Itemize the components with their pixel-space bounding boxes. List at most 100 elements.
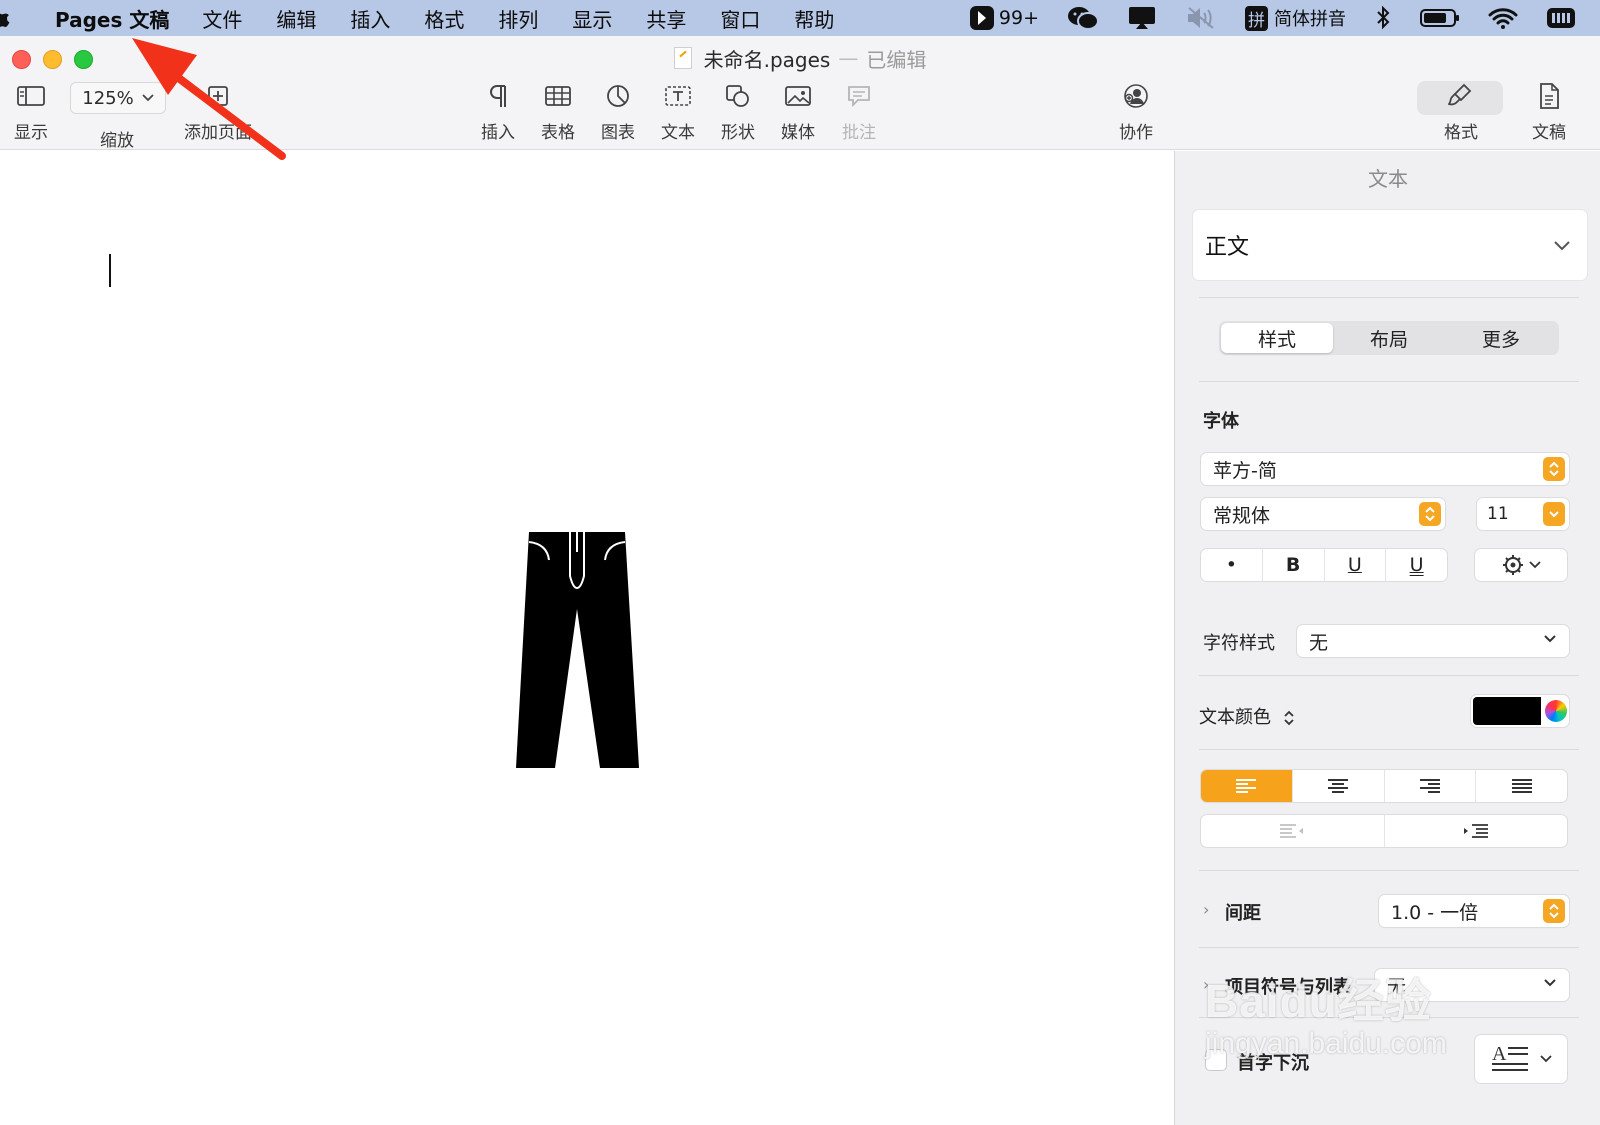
menu-file[interactable]: 文件 (185, 4, 259, 33)
bluetooth-status[interactable] (1360, 5, 1406, 31)
align-justify-button[interactable] (1476, 770, 1567, 802)
table-icon (544, 80, 572, 112)
align-right-button[interactable] (1385, 770, 1477, 802)
tab-more[interactable]: 更多 (1445, 323, 1557, 353)
input-method-status[interactable]: 拼 简体拼音 (1231, 5, 1360, 31)
stepper-icon (1419, 502, 1441, 526)
comment-button[interactable]: 批注 (842, 80, 876, 143)
align-left-icon (1236, 779, 1257, 793)
stepper-icon (1543, 899, 1565, 923)
paragraph-style-value: 正文 (1205, 235, 1250, 260)
text-label: 文本 (661, 123, 695, 143)
paragraph-style-popup[interactable]: 正文 (1193, 210, 1587, 280)
speaker-muted-icon (1188, 7, 1214, 29)
divider (1199, 870, 1579, 871)
menu-share[interactable]: 共享 (629, 4, 703, 33)
dropcap-checkbox[interactable] (1205, 1049, 1227, 1071)
collaborate-button[interactable]: 协作 (1119, 80, 1153, 143)
spacing-value: 1.0 - 一倍 (1391, 901, 1479, 924)
divider (1199, 749, 1579, 750)
screen-mirroring-icon (1129, 7, 1155, 29)
view-button[interactable]: 显示 (14, 80, 48, 143)
menu-window[interactable]: 窗口 (703, 4, 777, 33)
bullets-popup[interactable]: 无 (1375, 969, 1569, 1001)
menu-arrange[interactable]: 排列 (481, 4, 555, 33)
font-size-value: 11 (1487, 504, 1509, 524)
document-canvas[interactable] (0, 151, 1174, 1125)
chart-button[interactable]: 图表 (601, 80, 635, 143)
dropcap-label: 首字下沉 (1237, 1053, 1309, 1074)
menu-app-name[interactable]: Pages 文稿 (38, 4, 185, 33)
table-label: 表格 (541, 123, 575, 143)
gear-icon (1503, 555, 1523, 575)
font-size-field[interactable]: 11 (1477, 498, 1569, 530)
zoom-label-wrap: 缩放 (100, 120, 134, 151)
sound-status[interactable] (1171, 5, 1231, 31)
insert-button[interactable]: 插入 (481, 80, 515, 143)
wifi-status[interactable] (1474, 6, 1532, 30)
add-page-label: 添加页面 (184, 123, 252, 143)
bullets-disclosure-icon[interactable]: › (1203, 975, 1209, 994)
media-label: 媒体 (781, 123, 815, 143)
zoom-value: 125% (82, 87, 134, 109)
spacing-disclosure-icon[interactable]: › (1203, 900, 1209, 919)
table-button[interactable]: 表格 (541, 80, 575, 143)
menu-bar: Pages 文稿 文件 编辑 插入 格式 排列 显示 共享 窗口 帮助 99+ … (0, 0, 1600, 36)
toolbar: 未命名.pages — 已编辑 显示 125% 缩放 添加页面 插入 表格 图表… (0, 36, 1600, 151)
font-weight-value: 常规体 (1213, 504, 1271, 527)
notification-status[interactable]: 99+ (955, 5, 1053, 31)
menu-help[interactable]: 帮助 (777, 4, 851, 33)
wechat-status[interactable] (1053, 5, 1113, 31)
shape-label: 形状 (721, 123, 755, 143)
menu-insert[interactable]: 插入 (333, 4, 407, 33)
double-underline-button[interactable]: U (1386, 549, 1447, 581)
comment-label: 批注 (842, 123, 876, 143)
add-page-button[interactable]: 添加页面 (184, 80, 252, 143)
document-button[interactable]: 文稿 (1532, 80, 1566, 143)
align-center-icon (1328, 779, 1349, 793)
zoom-popup[interactable]: 125% (70, 82, 166, 114)
collaborate-label: 协作 (1119, 123, 1153, 143)
display-status[interactable] (1113, 5, 1171, 31)
pages-window: 未命名.pages — 已编辑 显示 125% 缩放 添加页面 插入 表格 图表… (0, 36, 1600, 1125)
align-center-button[interactable] (1293, 770, 1385, 802)
menu-format[interactable]: 格式 (407, 4, 481, 33)
chevron-down-icon (1554, 240, 1570, 250)
shape-button[interactable]: 形状 (721, 80, 755, 143)
char-style-label: 字符样式 (1203, 633, 1275, 654)
spacing-popup[interactable]: 1.0 - 一倍 (1379, 895, 1569, 927)
pants-icon[interactable] (512, 532, 646, 770)
format-label: 格式 (1444, 123, 1478, 143)
apple-menu-icon[interactable] (0, 7, 14, 29)
window-title: 未命名.pages — 已编辑 (0, 44, 1600, 72)
align-left-button[interactable] (1201, 770, 1293, 802)
bold-button[interactable]: B (1263, 549, 1325, 581)
text-color-label-wrap[interactable]: 文本颜色 (1199, 703, 1295, 729)
text-box-icon (664, 80, 692, 112)
bullet-style-button[interactable]: • (1201, 549, 1263, 581)
char-style-popup[interactable]: 无 (1297, 625, 1569, 657)
menu-view[interactable]: 显示 (555, 4, 629, 33)
dropcap-style-popup[interactable]: A (1475, 1035, 1567, 1083)
text-color-well[interactable] (1471, 695, 1569, 727)
font-weight-popup[interactable]: 常规体 (1201, 498, 1445, 530)
battery-status[interactable] (1406, 7, 1474, 29)
chart-label: 图表 (601, 123, 635, 143)
text-color-swatch (1473, 697, 1541, 725)
tab-style[interactable]: 样式 (1221, 323, 1333, 353)
tab-layout[interactable]: 布局 (1333, 323, 1445, 353)
underline-button[interactable]: U (1325, 549, 1387, 581)
text-options-button[interactable] (1475, 549, 1567, 581)
color-wheel-icon[interactable] (1545, 700, 1567, 722)
control-center-status[interactable] (1532, 6, 1590, 30)
font-family-popup[interactable]: 苹方-简 (1201, 453, 1569, 485)
collaborate-icon (1122, 80, 1150, 112)
decrease-indent-button[interactable] (1201, 815, 1385, 847)
text-button[interactable]: 文本 (661, 80, 695, 143)
menu-edit[interactable]: 编辑 (259, 4, 333, 33)
increase-indent-button[interactable] (1385, 815, 1568, 847)
format-button[interactable]: 格式 (1444, 80, 1478, 143)
notification-count: 99+ (998, 7, 1039, 29)
wechat-icon (1068, 7, 1099, 30)
media-button[interactable]: 媒体 (781, 80, 815, 143)
